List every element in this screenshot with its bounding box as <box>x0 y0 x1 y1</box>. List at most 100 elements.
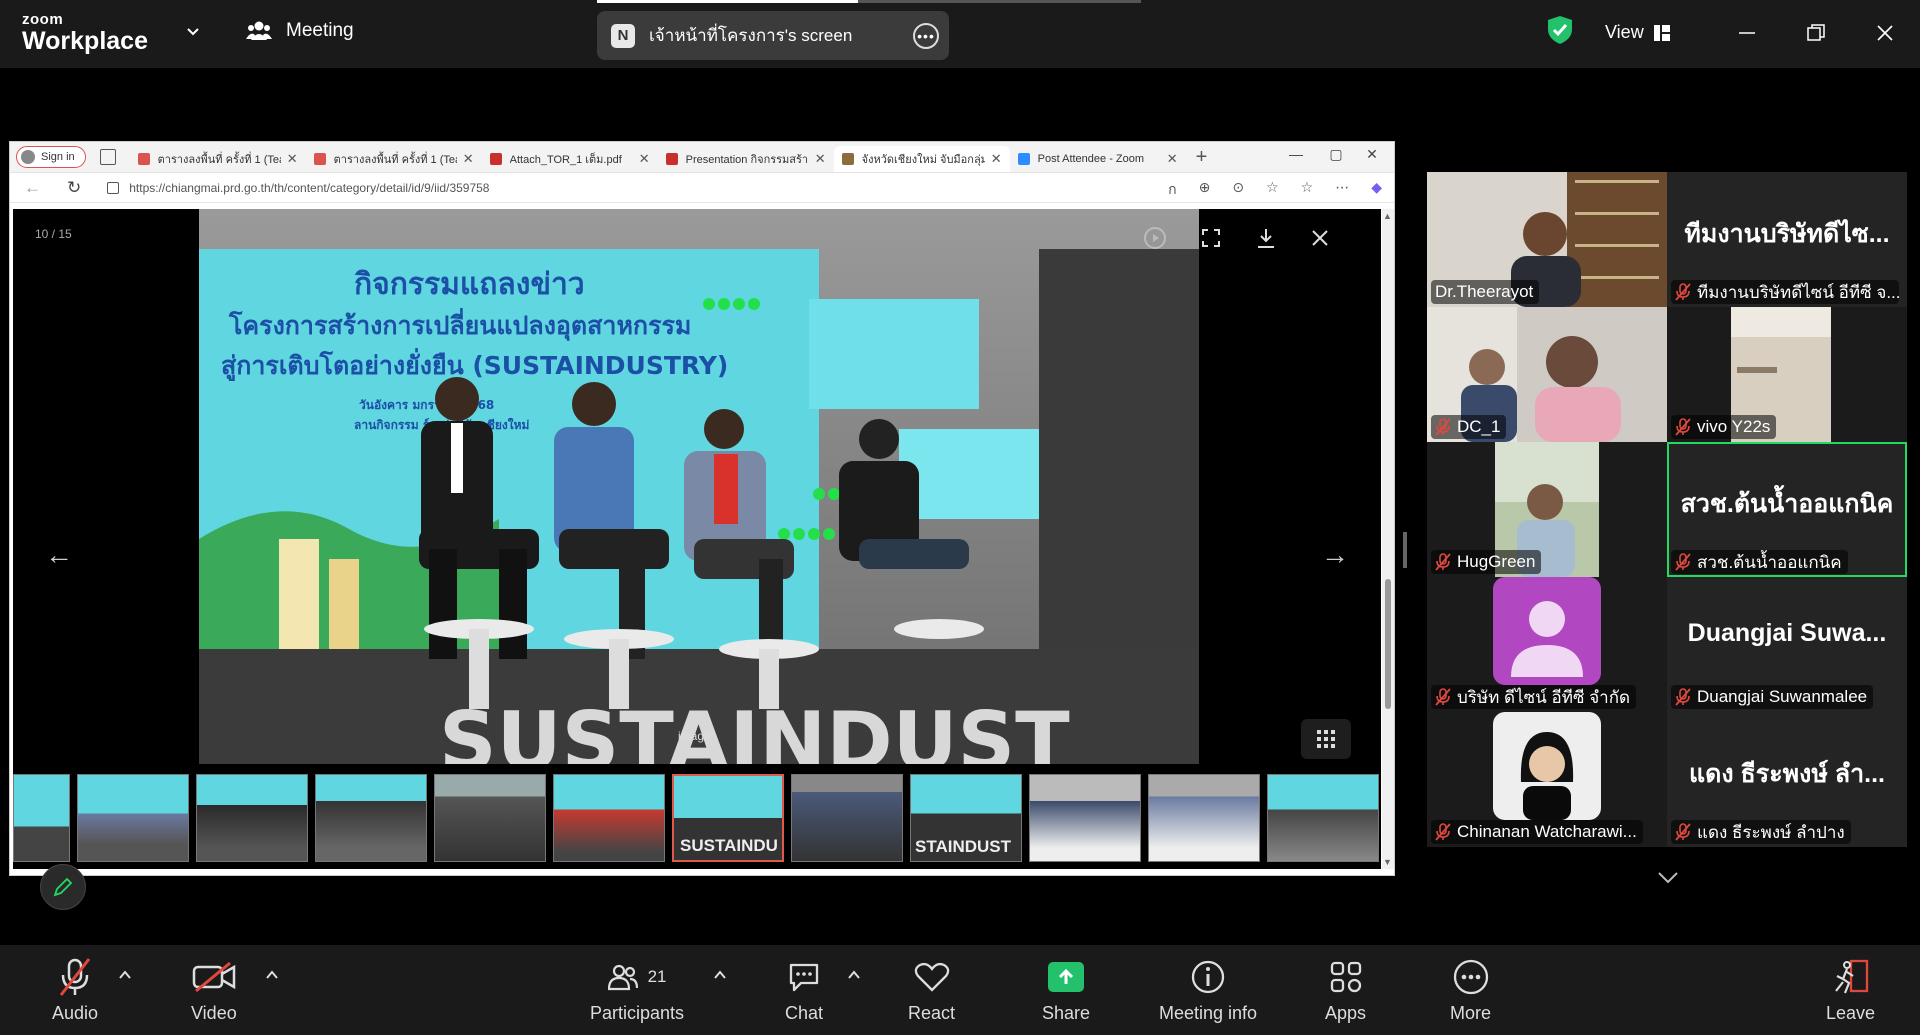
close-viewer-icon[interactable] <box>1305 223 1335 253</box>
image-viewer: 10 / 15 กิจกรรมแถลงข่าว โครงการสร้างการเ… <box>13 209 1381 869</box>
view-button[interactable]: View <box>1605 22 1670 43</box>
browser-minimize-icon[interactable]: — <box>1278 146 1314 162</box>
participant-tile[interactable]: สวช.ต้นน้ำออแกนิค สวช.ต้นน้ำออแกนิค <box>1667 442 1907 577</box>
thumbnail[interactable] <box>1267 774 1379 862</box>
meeting-menu[interactable]: Meeting <box>246 20 354 42</box>
close-window-button[interactable] <box>1865 16 1905 50</box>
fullscreen-icon[interactable] <box>1196 223 1226 253</box>
audio-options-caret-icon[interactable] <box>117 967 133 983</box>
restore-button[interactable] <box>1796 16 1836 50</box>
participant-display-name: ทีมงานบริษัทดีไซ... <box>1684 220 1890 248</box>
zoom-icon[interactable]: ⊕ <box>1199 179 1211 201</box>
url-field[interactable]: https://chiangmai.prd.go.th/th/content/c… <box>107 181 489 195</box>
minimize-button[interactable] <box>1727 16 1767 50</box>
apps-button[interactable]: Apps <box>1325 957 1366 1024</box>
participant-tile[interactable]: Chinanan Watcharawi... <box>1427 712 1667 847</box>
close-tab-icon[interactable]: ✕ <box>639 151 650 167</box>
copilot-icon[interactable]: ◆ <box>1371 179 1382 201</box>
next-image-arrow-icon[interactable]: → <box>1321 539 1349 571</box>
thumbnail[interactable] <box>553 774 665 862</box>
thumbnail[interactable] <box>1148 774 1260 862</box>
extensions-icon[interactable]: ⊙ <box>1232 179 1244 201</box>
participant-gallery: Dr.Theerayot ทีมงานบริษัทดีไซ... ทีมงานบริ… <box>1427 172 1907 847</box>
participants-button[interactable]: 21 Participants <box>590 957 684 1024</box>
chat-options-caret-icon[interactable] <box>846 967 862 983</box>
back-arrow-icon[interactable]: ← <box>24 178 41 198</box>
participants-options-caret-icon[interactable] <box>712 967 728 983</box>
thumbnail[interactable]: STAINDUST <box>910 774 1022 862</box>
participant-name-tag: vivo Y22s <box>1671 415 1777 439</box>
close-tab-icon[interactable]: ✕ <box>287 151 298 167</box>
participant-tile[interactable]: DC_1 <box>1427 307 1667 442</box>
tab-favicon-icon <box>313 153 326 165</box>
previous-image-arrow-icon[interactable]: ← <box>45 539 73 571</box>
scroll-down-icon[interactable]: ▼ <box>1383 857 1392 867</box>
favorites-list-icon[interactable]: ☆ <box>1301 179 1314 201</box>
participant-tile[interactable]: แดง ธีระพงษ์ ลำ... แดง ธีระพงษ์ ลำปาง <box>1667 712 1907 847</box>
translate-icon[interactable]: ก <box>1168 179 1176 201</box>
browser-tab[interactable]: Post Attendee - Zoom ✕ <box>1010 146 1186 172</box>
thumbnail[interactable] <box>1029 774 1141 862</box>
page-scrollbar[interactable]: ▲ ▼ <box>1382 209 1394 869</box>
close-tab-icon[interactable]: ✕ <box>463 151 474 167</box>
participant-tile[interactable]: บริษัท ดีไซน์ อีทีซี จำกัด <box>1427 577 1667 712</box>
slideshow-play-icon[interactable] <box>1140 223 1170 253</box>
more-button[interactable]: More <box>1450 957 1491 1024</box>
thumbnail[interactable] <box>791 774 903 862</box>
thumbnail[interactable] <box>196 774 308 862</box>
security-shield-icon[interactable] <box>1547 15 1573 45</box>
video-button[interactable]: Video <box>191 957 237 1024</box>
video-options-caret-icon[interactable] <box>264 967 280 983</box>
browser-tab[interactable]: Presentation กิจกรรมสร้างก ✕ <box>658 146 834 172</box>
close-tab-icon[interactable]: ✕ <box>815 151 826 167</box>
browser-restore-icon[interactable]: ▢ <box>1318 146 1354 163</box>
participant-tile[interactable]: Duangjai Suwa... Duangjai Suwanmalee <box>1667 577 1907 712</box>
chat-button[interactable]: Chat <box>785 957 823 1024</box>
tab-title: ตารางลงพื้นที่ ครั้งที่ 1 (Team <box>333 154 457 166</box>
thumbnail[interactable] <box>315 774 427 862</box>
favorite-star-icon[interactable]: ☆ <box>1266 179 1279 201</box>
browser-tab[interactable]: จังหวัดเชียงใหม่ จับมือกลุ่มจังห ✕ <box>833 146 1010 172</box>
participant-tile[interactable]: ทีมงานบริษัทดีไซ... ทีมงานบริษัทดีไซน์ อี… <box>1667 172 1907 307</box>
share-button[interactable]: Share <box>1042 957 1090 1024</box>
audio-button[interactable]: Audio <box>52 957 98 1024</box>
panel-resize-handle[interactable] <box>1403 532 1407 568</box>
thumbnail[interactable] <box>434 774 546 862</box>
participant-tile[interactable]: Dr.Theerayot <box>1427 172 1667 307</box>
thumbnail-grid-icon[interactable] <box>1301 719 1351 759</box>
thumbnail[interactable] <box>13 774 70 862</box>
browser-menu-icon[interactable]: ⋯ <box>1335 179 1349 201</box>
participant-tile[interactable]: HugGreen <box>1427 442 1667 577</box>
meeting-info-button[interactable]: Meeting info <box>1159 957 1257 1024</box>
brand-small: zoom <box>22 11 64 28</box>
chevron-down-icon[interactable] <box>183 22 203 42</box>
more-options-icon[interactable]: ••• <box>913 23 939 49</box>
tab-actions-icon[interactable] <box>99 149 116 165</box>
scroll-up-icon[interactable]: ▲ <box>1383 211 1392 221</box>
download-icon[interactable] <box>1251 223 1281 253</box>
tab-favicon-icon <box>841 153 854 165</box>
tab-title: Attach_TOR_1 เต็ม.pdf <box>509 154 622 166</box>
thumbnail[interactable] <box>77 774 189 862</box>
close-tab-icon[interactable]: ✕ <box>991 151 1002 167</box>
leave-button[interactable]: Leave <box>1826 957 1875 1024</box>
browser-tab[interactable]: ตารางลงพื้นที่ ครั้งที่ 1 (Team ✕ <box>130 146 306 172</box>
gallery-scroll-down-icon[interactable] <box>1643 858 1693 898</box>
address-bar: ← ↻ https://chiangmai.prd.go.th/th/conte… <box>10 173 1394 203</box>
thumbnail-selected[interactable]: SUSTAINDU <box>672 774 784 862</box>
react-button[interactable]: React <box>908 957 955 1024</box>
participants-count: 21 <box>647 967 667 986</box>
participant-tile[interactable]: vivo Y22s <box>1667 307 1907 442</box>
screen-share-indicator[interactable]: N เจ้าหน้าที่โครงการ's screen ••• <box>597 11 949 60</box>
scroll-thumb[interactable] <box>1385 579 1391 709</box>
shared-screen[interactable]: Sign in ตารางลงพื้นที่ ครั้งที่ 1 (Team ✕… <box>9 141 1395 876</box>
sign-in-button[interactable]: Sign in <box>16 146 86 168</box>
annotate-pencil-icon[interactable] <box>40 864 86 910</box>
browser-tab[interactable]: Attach_TOR_1 เต็ม.pdf ✕ <box>482 146 658 172</box>
mic-muted-icon <box>1435 418 1451 436</box>
refresh-icon[interactable]: ↻ <box>67 178 81 198</box>
browser-tab[interactable]: ตารางลงพื้นที่ ครั้งที่ 1 (Team ✕ <box>306 146 482 172</box>
close-tab-icon[interactable]: ✕ <box>1167 151 1178 167</box>
browser-close-icon[interactable]: ✕ <box>1354 146 1390 163</box>
new-tab-icon[interactable]: + <box>1196 146 1208 169</box>
